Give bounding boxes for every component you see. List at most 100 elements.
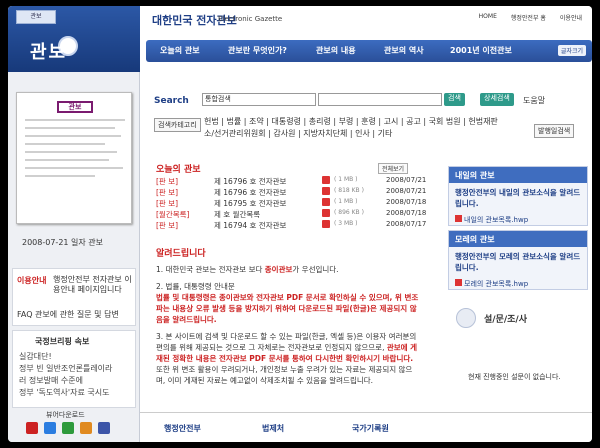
tomorrow-box: 내일의 관보 행정안전부의 내일의 관보소식을 알려드립니다. 내일의 관보목록… [448, 166, 588, 226]
row-size: ( 3 MB ) [334, 220, 358, 227]
search-input[interactable] [318, 93, 442, 106]
guide-link[interactable]: 이용안내 [556, 12, 586, 23]
row-issue[interactable]: 제 호 월간목록 [214, 209, 260, 220]
row-tag: [판 보] [156, 188, 179, 197]
dayafter-link[interactable]: 모레의 관보목록.hwp [449, 277, 587, 291]
notice-text: 가 우선입니다. [292, 265, 339, 274]
cover-line [25, 127, 115, 129]
site-logo[interactable]: 관보 관보 [8, 6, 140, 72]
detail-search-button[interactable]: 상세검색 [480, 93, 514, 106]
nav-before-2001[interactable]: 2001년 이전관보 [450, 45, 512, 56]
pdf-icon[interactable] [322, 220, 330, 228]
cover-line [25, 159, 109, 161]
info-title: 이용안내 [17, 276, 47, 285]
today-section-title: 오늘의 관보 [156, 165, 201, 175]
search-scope-select[interactable]: 통합검색 [202, 93, 316, 106]
footer-ministry-logo[interactable]: 행정안전부 [164, 423, 201, 434]
list-item[interactable]: [판 보] 제 16796 호 전자관보 ( 818 KB ) 2008/07/… [156, 187, 426, 198]
row-date: 2008/07/18 [386, 198, 427, 206]
row-size: ( 818 KB ) [334, 187, 364, 194]
footer-logos: 행정안전부 법제처 국가기록원 [140, 412, 592, 442]
search-button[interactable]: 검색 [444, 93, 465, 106]
nav-history[interactable]: 관보의 역사 [384, 45, 424, 56]
row-tag: [판 보] [156, 221, 179, 230]
list-item[interactable]: [판 보] 제 16795 호 전자관보 ( 1 MB ) 2008/07/18 [156, 198, 426, 209]
gazette-date-label[interactable]: 2008-07-21 일자 관보 [22, 237, 103, 248]
pdf-icon[interactable] [322, 187, 330, 195]
info-block[interactable]: 이용안내 행정안전부 전자관보 이용안내 페이지입니다 FAQ 관보에 관한 질… [12, 268, 136, 326]
notice-emphasis: 종이관보 [264, 265, 293, 274]
hwp-icon [455, 279, 462, 286]
notice-item-2: 2. 법률, 대통령령 안내문 법률 및 대통령령은 종이관보와 전자관보 PDF… [156, 281, 420, 325]
row-issue[interactable]: 제 16795 호 전자관보 [214, 198, 286, 209]
row-size: ( 1 MB ) [334, 176, 358, 183]
nav-what-is[interactable]: 관보란 무엇인가? [228, 45, 287, 56]
cover-line [25, 119, 125, 121]
cover-line [25, 151, 117, 153]
hwp-icon [455, 215, 462, 222]
notice-text: 3. 본 사이트에 검색 및 다운로드 할 수 있는 파일(한글, 엑셀 등)은… [156, 332, 417, 352]
row-size: ( 1 MB ) [334, 198, 358, 205]
cover-line [25, 175, 95, 177]
briefing-title: 국정브리핑 속보 [35, 337, 90, 346]
page-header: 대한민국 전자관보 Electronic Gazette HOME 행정안전부 … [140, 6, 592, 66]
ppt-viewer-icon[interactable] [80, 422, 92, 434]
footer-archives-logo[interactable]: 국가기록원 [352, 423, 389, 434]
footer-moleg-logo[interactable]: 법제처 [262, 423, 284, 434]
tomorrow-title: 내일의 관보 [449, 167, 587, 183]
view-all-button[interactable]: 전체보기 [378, 163, 409, 174]
left-sidebar: 관보 관보 관보 2008-07-21 일자 관보 이용안내 행정안전부 전자관… [8, 6, 140, 442]
survey-box: 설/문/조/사 현재 진행중인 설문이 없습니다. [448, 302, 588, 402]
pdf-viewer-icon[interactable] [26, 422, 38, 434]
briefing-item[interactable]: 정부 빈 일반조언론틀레이라 [19, 363, 112, 374]
cover-line [25, 143, 105, 145]
pdf-icon[interactable] [322, 198, 330, 206]
row-issue[interactable]: 제 16794 호 전자관보 [214, 220, 286, 231]
font-size-control[interactable]: 글자크기 [557, 45, 586, 56]
help-link[interactable]: 도움말 [523, 95, 545, 106]
cover-line [25, 135, 121, 137]
row-issue[interactable]: 제 16796 호 전자관보 [214, 187, 286, 198]
briefing-item[interactable]: 실감대단! [19, 351, 52, 362]
ministry-home-link[interactable]: 행정안전부 홈 [507, 12, 550, 23]
word-viewer-icon[interactable] [44, 422, 56, 434]
main-nav: 오늘의 관보 관보란 무엇인가? 관보의 내용 관보의 역사 2001년 이전관… [146, 40, 592, 62]
briefing-item[interactable]: 정부 '독도역사'자료 국시도 [19, 387, 109, 398]
nav-today[interactable]: 오늘의 관보 [160, 45, 200, 56]
issue-date-search-button[interactable]: 발행일검색 [534, 124, 575, 138]
tomorrow-link[interactable]: 내일의 관보목록.hwp [449, 213, 587, 227]
list-item[interactable]: [월간목록] 제 호 월간목록 ( 896 KB ) 2008/07/18 [156, 209, 426, 220]
browser-page: 관보 관보 관보 2008-07-21 일자 관보 이용안내 행정안전부 전자관… [8, 6, 592, 442]
briefing-item[interactable]: 러 정보발매 수준에 [19, 375, 83, 386]
survey-title: 설/문/조/사 [484, 315, 527, 325]
excel-viewer-icon[interactable] [62, 422, 74, 434]
info-text: 행정안전부 전자관보 이용안내 페이지입니다 [53, 275, 132, 294]
tomorrow-text: 행정안전부의 내일의 관보소식을 알려드립니다. [455, 188, 581, 208]
list-item[interactable]: [판 보] 제 16796 호 전자관보 ( 1 MB ) 2008/07/21 [156, 176, 426, 187]
search-categories[interactable]: 헌법 | 법률 | 조약 | 대통령령 | 총리령 | 부령 | 훈령 | 고시… [204, 116, 504, 140]
tomorrow-link-text[interactable]: 내일의 관보목록.hwp [464, 216, 528, 224]
notice-text: 또한 위 변조 활용이 우려되거나, 개인정보 누출 우려가 있는 자료는 제공… [156, 365, 413, 385]
home-link[interactable]: HOME [475, 12, 501, 23]
notice-section-title: 알려드립니다 [156, 249, 206, 259]
pdf-icon[interactable] [322, 209, 330, 217]
survey-icon [456, 308, 476, 328]
notice-text: 2. 법률, 대통령령 안내문 [156, 282, 235, 291]
list-item[interactable]: [판 보] 제 16794 호 전자관보 ( 3 MB ) 2008/07/17 [156, 220, 426, 231]
dayafter-box: 모레의 관보 행정안전부의 모레의 관보소식을 알려드립니다. 모레의 관보목록… [448, 230, 588, 290]
logo-title: 관보 [30, 42, 68, 63]
search-label: Search [154, 96, 189, 106]
nav-contents[interactable]: 관보의 내용 [316, 45, 356, 56]
row-tag: [월간목록] [156, 210, 190, 219]
row-date: 2008/07/18 [386, 209, 427, 217]
pdf-icon[interactable] [322, 176, 330, 184]
dayafter-link-text[interactable]: 모레의 관보목록.hwp [464, 280, 528, 288]
briefing-block: 국정브리핑 속보 실감대단! 정부 빈 일반조언론틀레이라 러 정보발매 수준에… [12, 330, 136, 408]
viewer-download-label: 뷰어다운로드 [46, 411, 85, 419]
row-issue[interactable]: 제 16796 호 전자관보 [214, 176, 286, 187]
hwp-viewer-icon[interactable] [98, 422, 110, 434]
notice-item-1: 1. 대한민국 관보는 전자관보 보다 종이관보가 우선입니다. [156, 264, 420, 275]
row-size: ( 896 KB ) [334, 209, 364, 216]
gazette-cover-thumbnail[interactable]: 관보 [16, 92, 132, 224]
faq-link[interactable]: FAQ 관보에 관한 질문 및 답변 [17, 309, 119, 320]
